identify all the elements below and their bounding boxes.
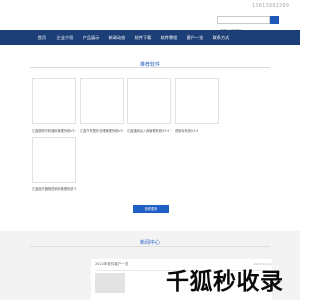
software-card-5[interactable] <box>32 137 76 183</box>
search-button[interactable] <box>270 16 279 30</box>
nav-item-tutorial[interactable]: 软件教程 <box>158 30 180 45</box>
software-card-3-caption[interactable]: 汇鑫通用出入库管理系统V3.5 完全... <box>127 128 171 133</box>
software-card-2-caption[interactable]: 汇鑫汽车配件仓储管理系统V3.5... <box>80 128 124 133</box>
nav-item-clients[interactable]: 客户一览 <box>184 30 206 45</box>
view-more-button[interactable]: 查看更多 <box>133 205 169 213</box>
news-divider <box>30 246 270 247</box>
nav-item-about[interactable]: 企业介绍 <box>54 30 76 45</box>
phone-number: 13613992299 <box>252 3 290 9</box>
software-card-1-caption[interactable]: 汇鑫服饰尺码通用管理系统V3.5... <box>32 128 76 133</box>
software-card-5-caption[interactable]: 汇鑫医疗器械进销存管理系统 完整... <box>32 186 76 191</box>
nav-item-news[interactable]: 新闻动态 <box>106 30 128 45</box>
software-card-1[interactable] <box>32 78 76 124</box>
nav-item-contact[interactable]: 联系方式 <box>210 30 232 45</box>
nav-item-download[interactable]: 软件下载 <box>132 30 154 45</box>
news-title: 新闻中心 <box>139 240 160 246</box>
software-card-2[interactable] <box>80 78 124 124</box>
news-thumbnail[interactable] <box>95 273 125 293</box>
recommend-divider <box>30 67 270 68</box>
nav-item-products[interactable]: 产品展示 <box>80 30 102 45</box>
software-card-4-caption[interactable]: 进销存系统V3.5 <box>175 128 219 133</box>
software-card-4[interactable] <box>175 78 219 124</box>
news-item-title[interactable]: 2022年软件客户一览 <box>95 262 128 267</box>
software-card-3[interactable] <box>127 78 171 124</box>
watermark-text: 千狐秒收录 <box>166 269 284 295</box>
nav-item-home[interactable]: 首页 <box>32 30 52 45</box>
search-box[interactable] <box>217 16 270 34</box>
